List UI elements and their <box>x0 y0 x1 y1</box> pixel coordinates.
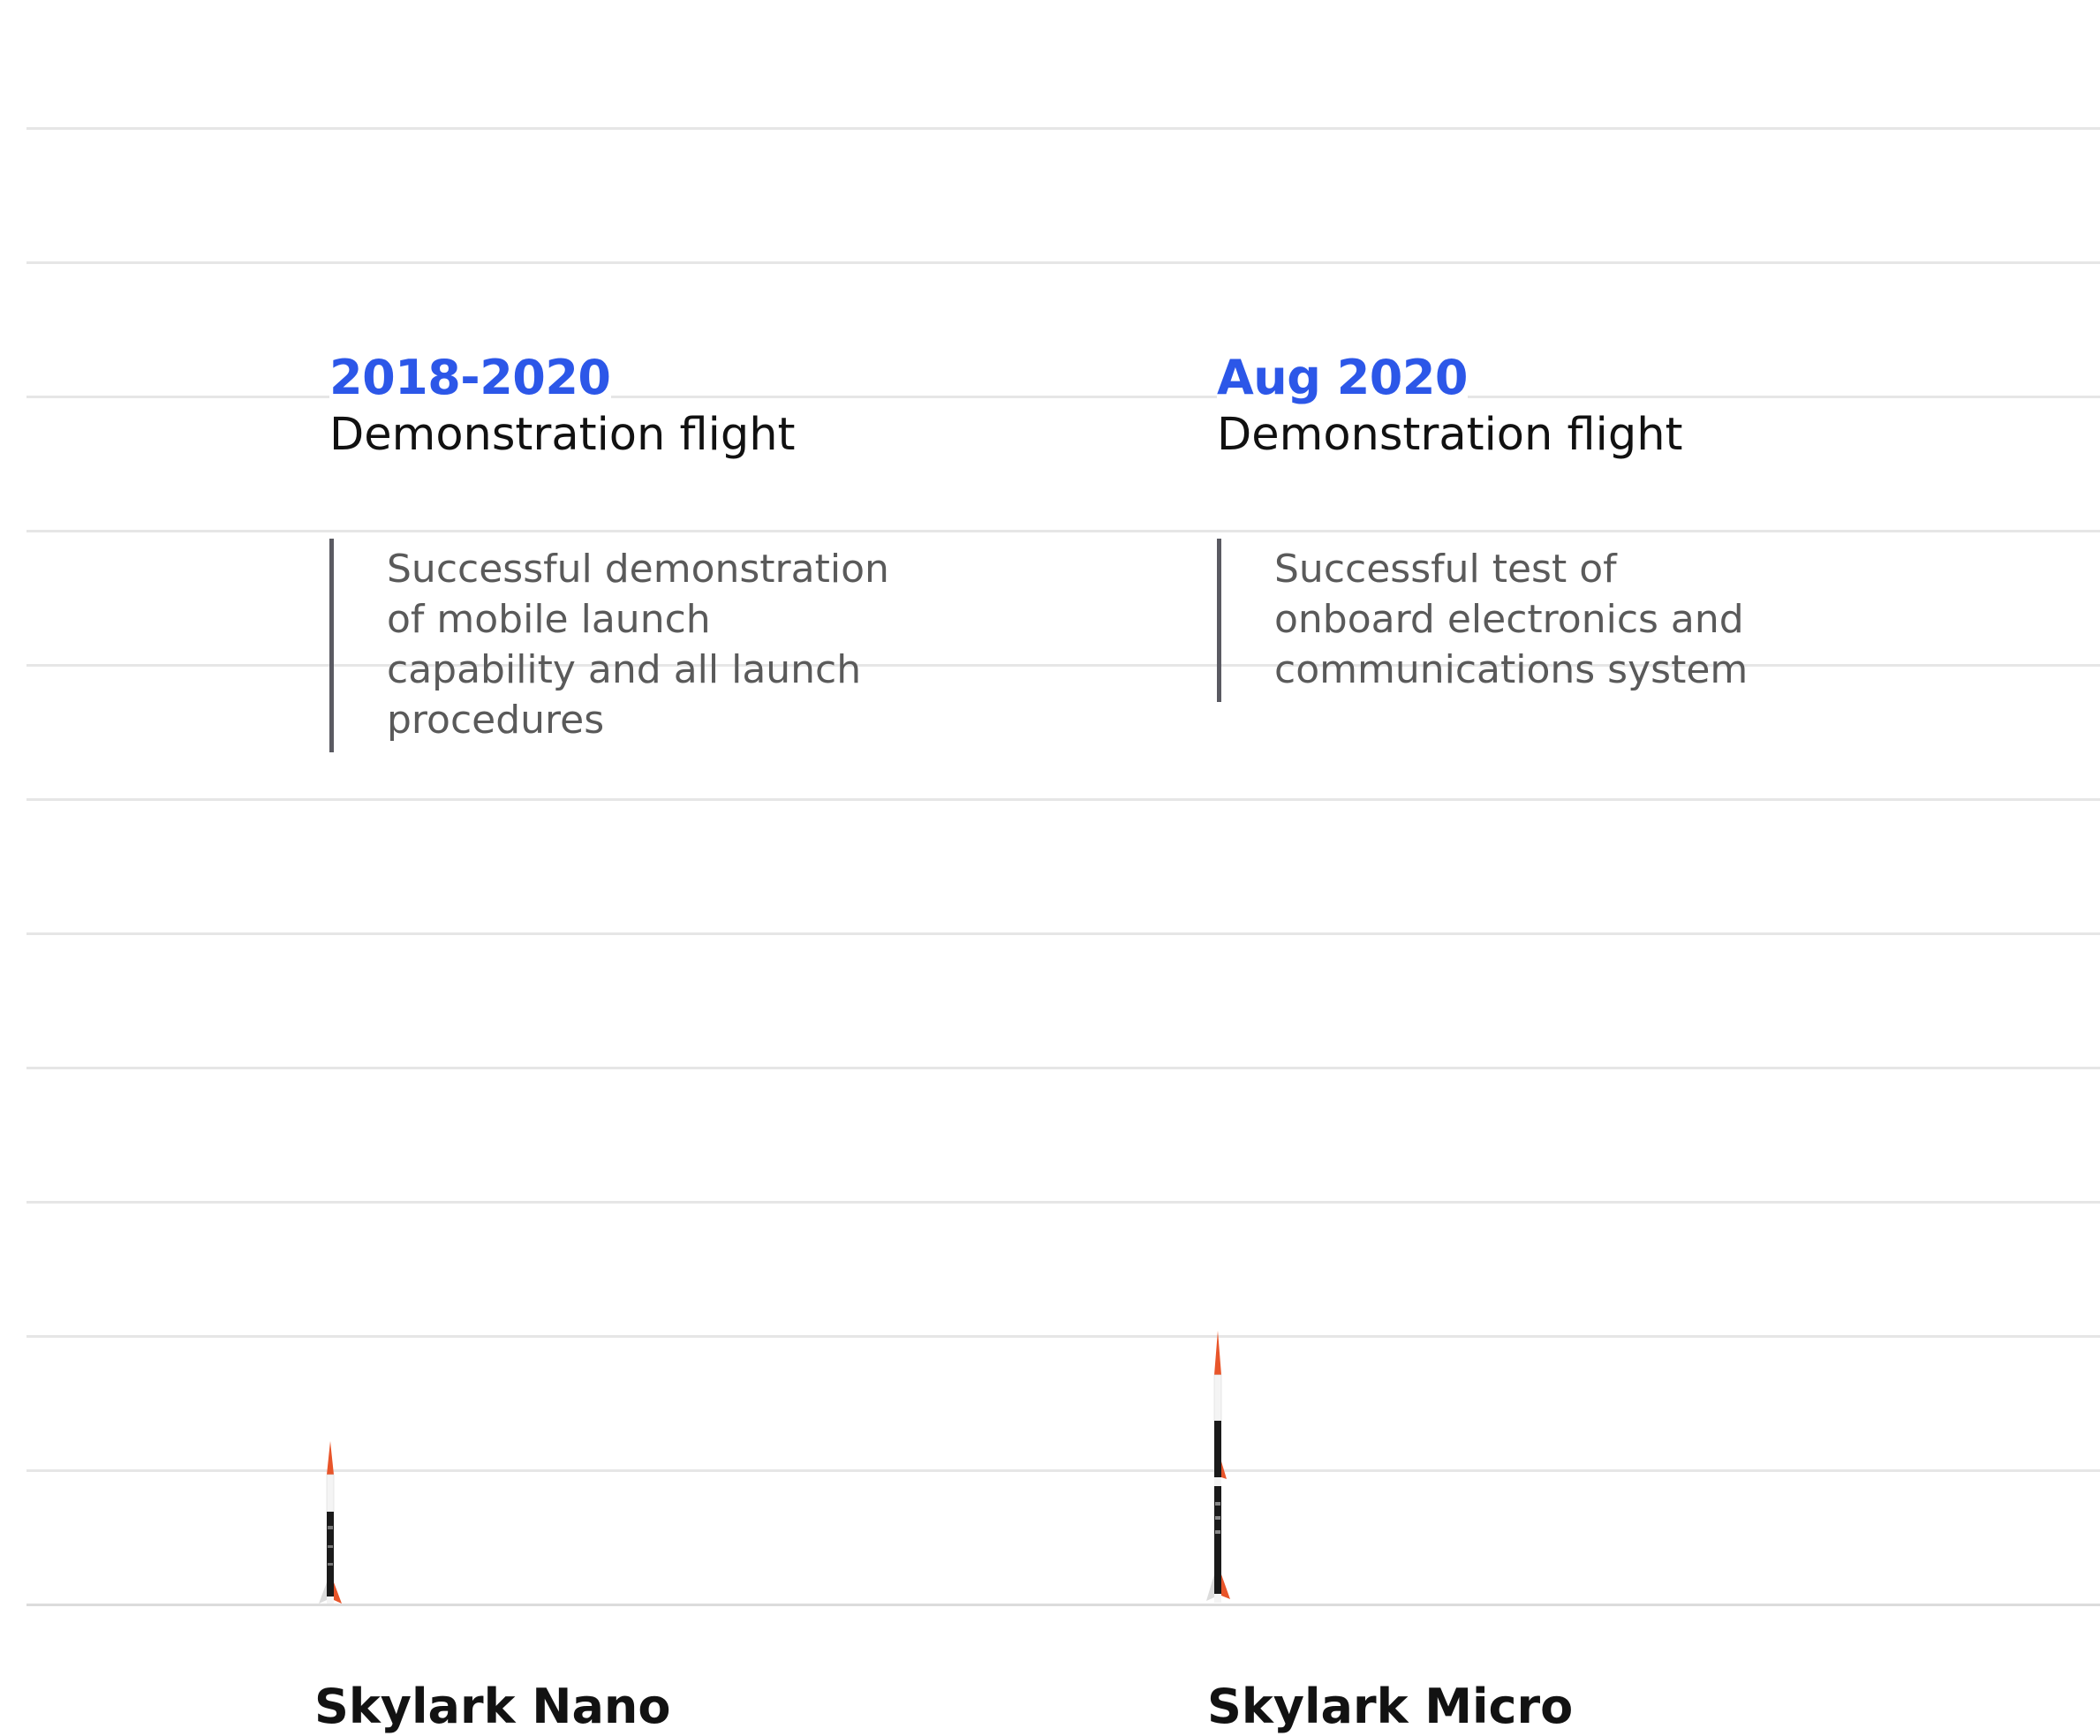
grid-line <box>26 1335 2100 1338</box>
vehicle-name-skylark-micro: Skylark Micro <box>1207 1679 1574 1734</box>
grid-line <box>26 932 2100 935</box>
vehicle-name-skylark-nano: Skylark Nano <box>314 1679 671 1734</box>
milestone-date: 2018-2020 <box>329 350 611 406</box>
description-line: procedures <box>387 698 605 743</box>
milestone-description: Successful demonstration of mobile launc… <box>329 539 1124 752</box>
description-line: Successful test of <box>1274 547 1617 592</box>
description-line: capability and all launch <box>387 647 862 692</box>
grid-line <box>26 127 2100 130</box>
description-line: of mobile launch <box>387 597 711 642</box>
grid-line <box>26 261 2100 264</box>
grid-line <box>26 1201 2100 1204</box>
grid-line <box>26 1067 2100 1069</box>
milestone-title: Demonstration flight <box>1217 404 1683 466</box>
milestone-date: Aug 2020 <box>1217 350 1468 406</box>
description-line: communications system <box>1274 647 1749 692</box>
milestone-description: Successful test of onboard electronics a… <box>1217 539 2012 702</box>
description-line: onboard electronics and <box>1274 597 1744 642</box>
skylark-micro-rocket-image <box>1206 1331 1230 1603</box>
milestone-2018-2020: 2018-2020 Demonstration flight Successfu… <box>329 350 1124 752</box>
description-line: Successful demonstration <box>387 547 889 592</box>
grid-line <box>26 798 2100 801</box>
milestone-aug-2020: Aug 2020 Demonstration flight Successful… <box>1217 350 2012 702</box>
milestone-title: Demonstration flight <box>329 404 796 466</box>
skylark-nano-rocket-image <box>319 1441 342 1604</box>
